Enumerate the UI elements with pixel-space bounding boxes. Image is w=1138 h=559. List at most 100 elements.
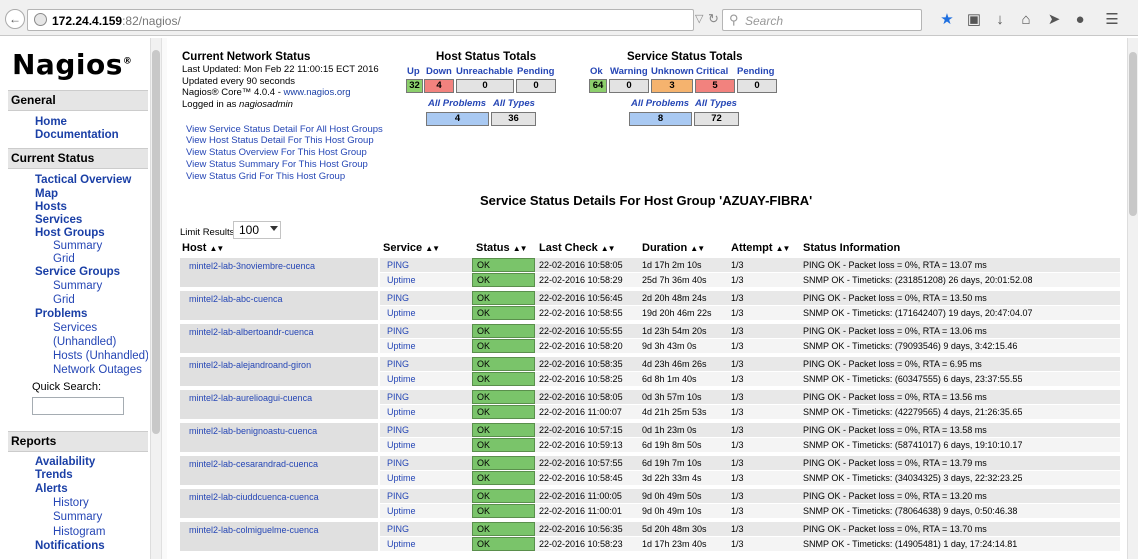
nav-alert-history[interactable]: History xyxy=(53,497,89,509)
sidebar-scroll-thumb[interactable] xyxy=(152,50,160,434)
svc-all-problems-label[interactable]: All Problems xyxy=(631,98,689,109)
svc-warning-count[interactable]: 0 xyxy=(609,79,649,93)
nagios-logo[interactable]: Nagios® xyxy=(12,48,132,81)
host-link[interactable]: mintel2-lab-cesarandrad-cuenca xyxy=(180,457,378,471)
host-link[interactable]: mintel2-lab-3noviembre-cuenca xyxy=(180,259,378,273)
nav-sg-grid[interactable]: Grid xyxy=(53,294,75,306)
service-link[interactable]: Uptime xyxy=(387,273,416,287)
back-arrow-icon[interactable]: ← xyxy=(5,9,25,29)
nav-alert-summary[interactable]: Summary xyxy=(53,511,102,523)
nav-problem-hosts-unhandled[interactable]: (Unhandled) xyxy=(86,350,148,362)
host-all-problems-label[interactable]: All Problems xyxy=(428,98,486,109)
host-link[interactable]: mintel2-lab-alejandroand-giron xyxy=(180,358,378,372)
nav-hg-grid[interactable]: Grid xyxy=(53,253,75,265)
view-link-status-overview[interactable]: View Status Overview For This Host Group xyxy=(186,147,367,158)
host-down-label[interactable]: Down xyxy=(426,66,452,77)
nav-tactical-overview[interactable]: Tactical Overview xyxy=(35,174,131,186)
home-icon[interactable]: ⌂ xyxy=(1015,9,1037,31)
sort-arrows-icon[interactable]: ▲▼ xyxy=(210,244,225,253)
search-input[interactable]: ⚲ Search xyxy=(722,9,922,31)
host-link[interactable]: mintel2-lab-benignoastu-cuenca xyxy=(180,424,378,438)
service-link[interactable]: Uptime xyxy=(387,306,416,320)
view-link-all-host-groups[interactable]: View Service Status Detail For All Host … xyxy=(186,124,383,135)
svc-pending-label[interactable]: Pending xyxy=(737,66,774,77)
service-link[interactable]: PING xyxy=(387,489,409,503)
col-header-last-check[interactable]: Last Check ▲▼ xyxy=(539,242,616,254)
sort-arrows-icon[interactable]: ▲▼ xyxy=(513,244,528,253)
nav-hg-summary[interactable]: Summary xyxy=(53,240,102,252)
nav-alert-histogram[interactable]: Histogram xyxy=(53,526,105,538)
reload-icon[interactable]: ↻ xyxy=(708,11,719,27)
nav-services[interactable]: Services xyxy=(35,214,82,226)
nav-sg-summary[interactable]: Summary xyxy=(53,280,102,292)
host-down-count[interactable]: 4 xyxy=(424,79,454,93)
service-link[interactable]: Uptime xyxy=(387,504,416,518)
service-link[interactable]: PING xyxy=(387,291,409,305)
service-link[interactable]: PING xyxy=(387,390,409,404)
host-link[interactable]: mintel2-lab-ciuddcuenca-cuenca xyxy=(180,490,378,504)
svc-all-types-count[interactable]: 72 xyxy=(694,112,739,126)
nav-problems[interactable]: Problems xyxy=(35,308,87,320)
reading-list-icon[interactable]: ▣ xyxy=(963,9,985,31)
nagios-org-link[interactable]: www.nagios.org xyxy=(284,87,351,98)
host-all-types-label[interactable]: All Types xyxy=(493,98,535,109)
service-link[interactable]: PING xyxy=(387,522,409,536)
svc-critical-label[interactable]: Critical xyxy=(696,66,728,77)
view-link-status-grid[interactable]: View Status Grid For This Host Group xyxy=(186,171,345,182)
nav-home[interactable]: Home xyxy=(35,116,67,128)
sort-arrows-icon[interactable]: ▲▼ xyxy=(601,244,616,253)
host-up-label[interactable]: Up xyxy=(407,66,420,77)
host-link[interactable]: mintel2-lab-aurelioagui-cuenca xyxy=(180,391,378,405)
service-link[interactable]: Uptime xyxy=(387,372,416,386)
nav-map[interactable]: Map xyxy=(35,188,58,200)
svc-pending-count[interactable]: 0 xyxy=(737,79,777,93)
service-link[interactable]: PING xyxy=(387,423,409,437)
svc-ok-count[interactable]: 64 xyxy=(589,79,607,93)
menu-icon[interactable]: ☰ xyxy=(1101,9,1123,31)
address-bar[interactable]: 172.24.4.159:82/nagios/ xyxy=(27,9,694,31)
nav-trends[interactable]: Trends xyxy=(35,469,73,481)
svc-all-types-label[interactable]: All Types xyxy=(695,98,737,109)
host-up-count[interactable]: 32 xyxy=(406,79,423,93)
chat-icon[interactable]: ● xyxy=(1069,9,1091,31)
nav-availability[interactable]: Availability xyxy=(35,456,95,468)
nav-problem-services[interactable]: Services xyxy=(53,322,97,334)
view-link-status-summary[interactable]: View Status Summary For This Host Group xyxy=(186,159,368,170)
quick-search-input[interactable] xyxy=(32,397,124,415)
chevron-down-icon[interactable] xyxy=(270,226,278,231)
host-all-problems-count[interactable]: 4 xyxy=(426,112,489,126)
sort-arrows-icon[interactable]: ▲▼ xyxy=(690,244,705,253)
nav-network-outages[interactable]: Network Outages xyxy=(53,364,142,376)
host-pending-label[interactable]: Pending xyxy=(517,66,554,77)
nav-alerts[interactable]: Alerts xyxy=(35,483,68,495)
nav-host-groups[interactable]: Host Groups xyxy=(35,227,105,239)
svc-ok-label[interactable]: Ok xyxy=(590,66,603,77)
download-icon[interactable]: ↓ xyxy=(989,9,1011,31)
col-header-duration[interactable]: Duration ▲▼ xyxy=(642,242,705,254)
svc-critical-count[interactable]: 5 xyxy=(695,79,735,93)
col-header-host[interactable]: Host ▲▼ xyxy=(182,242,225,254)
host-pending-count[interactable]: 0 xyxy=(516,79,556,93)
nav-problem-services-unhandled[interactable]: (Unhandled) xyxy=(53,336,116,348)
svc-all-problems-count[interactable]: 8 xyxy=(629,112,692,126)
dropdown-arrow-icon[interactable]: ▽ xyxy=(695,12,705,25)
service-link[interactable]: Uptime xyxy=(387,438,416,452)
nav-service-groups[interactable]: Service Groups xyxy=(35,266,120,278)
nav-problem-hosts-link[interactable]: Hosts xyxy=(53,350,82,362)
nav-documentation[interactable]: Documentation xyxy=(35,129,119,141)
svc-unknown-count[interactable]: 3 xyxy=(651,79,693,93)
host-unreachable-count[interactable]: 0 xyxy=(456,79,514,93)
host-link[interactable]: mintel2-lab-albertoandr-cuenca xyxy=(180,325,378,339)
nav-notifications[interactable]: Notifications xyxy=(35,540,105,552)
host-link[interactable]: mintel2-lab-colmiguelme-cuenca xyxy=(180,523,378,537)
service-link[interactable]: Uptime xyxy=(387,537,416,551)
send-icon[interactable]: ➤ xyxy=(1043,9,1065,31)
host-unreachable-label[interactable]: Unreachable xyxy=(456,66,513,77)
col-header-status[interactable]: Status ▲▼ xyxy=(476,242,528,254)
service-link[interactable]: Uptime xyxy=(387,405,416,419)
service-link[interactable]: PING xyxy=(387,357,409,371)
view-link-host-status-detail[interactable]: View Host Status Detail For This Host Gr… xyxy=(186,135,374,146)
service-link[interactable]: Uptime xyxy=(387,471,416,485)
main-scroll-thumb[interactable] xyxy=(1129,52,1137,216)
service-link[interactable]: PING xyxy=(387,324,409,338)
